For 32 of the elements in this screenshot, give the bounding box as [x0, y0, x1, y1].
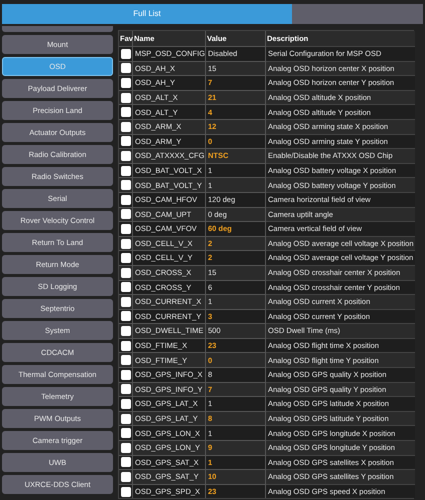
tab[interactable]: Full List	[2, 4, 292, 24]
checkbox[interactable]	[120, 340, 130, 351]
checkbox[interactable]	[120, 166, 130, 176]
checkbox[interactable]	[120, 486, 130, 497]
checkbox[interactable]	[120, 296, 130, 307]
checkbox[interactable]	[120, 180, 130, 190]
checkbox[interactable]	[120, 311, 130, 322]
checkbox[interactable]	[120, 355, 130, 366]
checkbox[interactable]	[120, 78, 130, 88]
checkbox[interactable]	[120, 384, 130, 394]
checkbox[interactable]	[120, 442, 130, 453]
checkbox[interactable]	[120, 370, 130, 380]
checkbox[interactable]	[120, 282, 130, 292]
checkbox[interactable]	[120, 136, 130, 146]
checkbox[interactable]	[120, 48, 130, 59]
checkbox[interactable]	[120, 457, 130, 468]
checkbox[interactable]	[120, 326, 130, 336]
checkbox[interactable]	[120, 238, 130, 249]
checkbox[interactable]	[120, 92, 130, 103]
checkbox[interactable]	[120, 399, 130, 410]
checkbox[interactable]	[120, 107, 130, 118]
checkbox[interactable]	[120, 194, 130, 205]
checkbox[interactable]	[120, 150, 130, 161]
checkbox[interactable]	[120, 414, 130, 424]
checkbox[interactable]	[120, 268, 130, 278]
checkbox[interactable]	[120, 224, 130, 234]
checkbox[interactable]	[120, 122, 130, 132]
checkbox[interactable]	[120, 428, 130, 438]
checkbox[interactable]	[120, 472, 130, 482]
checkbox[interactable]	[120, 63, 130, 74]
checkbox[interactable]	[120, 209, 130, 220]
checkbox[interactable]	[120, 253, 130, 264]
